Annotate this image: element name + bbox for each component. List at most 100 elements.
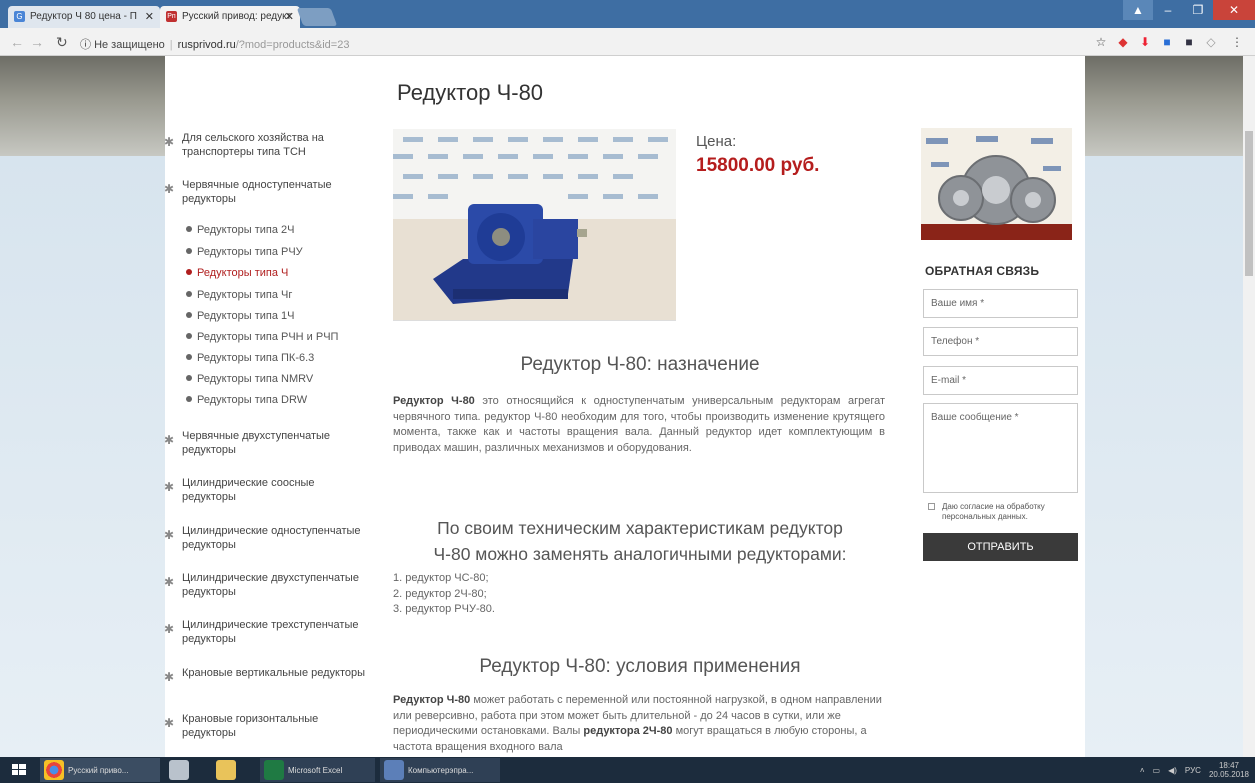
sidebar-subitem[interactable]: Редукторы типа 1Ч [186, 309, 294, 323]
extension-icon[interactable]: ■ [1160, 35, 1174, 49]
close-tab-icon[interactable]: ✕ [285, 10, 294, 23]
new-tab-button[interactable] [296, 8, 338, 26]
windows-logo-icon [12, 764, 26, 775]
section-text-purpose: Редуктор Ч-80 это относящийся к одноступ… [393, 395, 886, 454]
menu-icon[interactable]: ⋮ [1230, 35, 1244, 49]
clock[interactable]: 18:47 20.05.2018 [1209, 761, 1249, 779]
shield-icon[interactable]: ◇ [1204, 35, 1218, 49]
sidebar-subitem[interactable]: Редукторы типа 2Ч [186, 223, 294, 237]
star-icon: ✱ [164, 433, 175, 447]
consent-label: Даю согласие на обработку персональных д… [942, 502, 1045, 521]
consent-row: Даю согласие на обработку персональных д… [928, 502, 1073, 522]
sidebar-item-agricultural[interactable]: ✱ Для сельского хозяйства на транспортеры… [164, 131, 367, 159]
google-icon: G [14, 11, 25, 22]
chrome-icon [44, 760, 64, 780]
analogs-list: 1. редуктор ЧС-80; 2. редуктор 2Ч-80; 3.… [393, 571, 495, 618]
submit-button[interactable]: ОТПРАВИТЬ [923, 533, 1078, 561]
url-field[interactable]: ⓘ Не защищено | rusprivod.ru/?mod=products… [80, 32, 1080, 52]
price-value: 15800.00 руб. [696, 155, 820, 176]
star-icon: ✱ [164, 716, 175, 730]
browser-tab-rusprivod[interactable]: Рп Русский привод: редукт ✕ [160, 6, 300, 28]
sidebar-item-cyl-single[interactable]: ✱ Цилиндрические одноступенчатые редуктор… [164, 524, 367, 552]
list-item: 2. редуктор 2Ч-80; [393, 587, 487, 600]
sidebar-item-cyl-triple[interactable]: ✱ Цилиндрические трехступенчатые редуктор… [164, 618, 367, 646]
scrollbar[interactable] [1243, 56, 1255, 757]
sidebar-item-crane-horizontal[interactable]: ✱ Крановые горизонтальные редукторы [164, 712, 367, 740]
star-icon: ✱ [164, 182, 175, 196]
address-bar: ← → ↻ ⓘ Не защищено | rusprivod.ru/?mod=pr… [0, 28, 1255, 56]
url-domain: rusprivod.ru [177, 39, 236, 51]
windows-taskbar: Русский приво... Microsoft Excel Компьют… [0, 757, 1255, 783]
site-favicon-icon: Рп [166, 11, 177, 22]
excel-icon [264, 760, 284, 780]
price-label: Цена: [696, 133, 737, 150]
product-photo[interactable] [393, 129, 676, 321]
section-heading-conditions: Редуктор Ч-80: условия применения [479, 656, 801, 677]
taskbar-excel[interactable]: Microsoft Excel [260, 758, 375, 782]
star-icon: ✱ [164, 622, 175, 636]
close-tab-icon[interactable]: ✕ [145, 10, 154, 23]
star-icon: ✱ [164, 480, 175, 494]
windows-start-button[interactable] [0, 757, 38, 783]
extension-icon[interactable]: ■ [1182, 35, 1196, 49]
tray-arrow-icon[interactable]: ˄ [1140, 766, 1145, 775]
download-extension-icon[interactable]: ⬇ [1138, 35, 1152, 49]
star-icon: ✱ [164, 670, 175, 684]
star-icon: ✱ [164, 135, 175, 149]
sidebar-item-cyl-double[interactable]: ✱ Цилиндрические двухступенчатые редуктор… [164, 571, 367, 599]
minimize-icon[interactable]: – [1153, 0, 1183, 20]
sidebar-subitem[interactable]: Редукторы типа РЧУ [186, 245, 303, 259]
reload-icon[interactable]: ↻ [56, 34, 68, 51]
sidebar-subitem-active[interactable]: Редукторы типа Ч [186, 266, 288, 280]
sidebar-item-crane-vertical[interactable]: ✱ Крановые вертикальные редукторы [164, 666, 367, 684]
taskbar-explorer[interactable] [212, 758, 257, 782]
list-item: 3. редуктор РЧУ-80. [393, 603, 495, 615]
taskbar-doc[interactable]: Компьютерэпра... [380, 758, 500, 782]
url-path: /?mod=products&id=23 [235, 39, 350, 51]
tab-label: Русский привод: редукт [182, 11, 292, 22]
gearbox-image [393, 129, 676, 320]
folder-icon [216, 760, 236, 780]
sidebar-subitem[interactable]: Редукторы типа ПК-6.3 [186, 351, 314, 365]
phone-field[interactable]: Телефон * [923, 327, 1078, 356]
taskbar-chrome[interactable]: Русский приво... [40, 758, 160, 782]
sidebar-subitem[interactable]: Редукторы типа DRW [186, 393, 307, 407]
bookmark-star-icon[interactable]: ☆ [1094, 35, 1108, 49]
extension-icon[interactable]: ◆ [1116, 35, 1130, 49]
window-controls: ▲ – ❐ ✕ [1123, 0, 1255, 22]
info-icon[interactable]: ⓘ [80, 39, 91, 51]
browser-tab-bar: G Редуктор Ч 80 цена - П ✕ Рп Русский пр… [0, 0, 1255, 28]
list-item: 1. редуктор ЧС-80; [393, 572, 489, 584]
back-icon[interactable]: ← [10, 34, 24, 50]
consent-checkbox[interactable] [928, 503, 935, 510]
page-title: Редуктор Ч-80 [397, 80, 544, 105]
sidebar-item-cyl-coaxial[interactable]: ✱ Цилиндрические соосные редукторы [164, 476, 347, 504]
network-icon[interactable]: ▭ [1153, 766, 1161, 775]
close-window-icon[interactable]: ✕ [1213, 0, 1255, 20]
sidebar-item-worm-single[interactable]: ✱ Червячные одноступенчатые редукторы [164, 178, 367, 206]
star-icon: ✱ [164, 575, 175, 589]
message-field[interactable]: Ваше сообщение * [923, 403, 1078, 493]
tab-label: Редуктор Ч 80 цена - П [30, 11, 137, 22]
sidebar-subitem[interactable]: Редукторы типа NMRV [186, 372, 313, 386]
section-heading-analogs: По своим техническим характеристикам ред… [433, 518, 847, 564]
browser-tab-search[interactable]: G Редуктор Ч 80 цена - П ✕ [8, 6, 160, 28]
email-field[interactable]: E-mail * [923, 366, 1078, 395]
name-field[interactable]: Ваше имя * [923, 289, 1078, 318]
document-icon [384, 760, 404, 780]
taskbar-tool[interactable] [165, 758, 210, 782]
system-tray: ˄ ▭ ◀) РУС 18:47 20.05.2018 [1140, 761, 1249, 779]
forward-icon[interactable]: → [30, 34, 44, 50]
gears-image [921, 128, 1072, 240]
restore-icon[interactable]: ❐ [1183, 0, 1213, 20]
scrollbar-thumb[interactable] [1245, 131, 1253, 276]
promo-banner[interactable] [921, 128, 1072, 240]
sidebar-subitem[interactable]: Редукторы типа РЧН и РЧП [186, 330, 338, 344]
sidebar-subitem[interactable]: Редукторы типа Чг [186, 288, 292, 302]
insecure-label: Не защищено [94, 39, 165, 51]
volume-icon[interactable]: ◀) [1168, 766, 1177, 775]
language-indicator[interactable]: РУС [1185, 766, 1201, 775]
user-icon[interactable]: ▲ [1123, 0, 1153, 20]
sidebar-item-worm-double[interactable]: ✱ Червячные двухступенчатые редукторы [164, 429, 367, 457]
tools-icon [169, 760, 189, 780]
